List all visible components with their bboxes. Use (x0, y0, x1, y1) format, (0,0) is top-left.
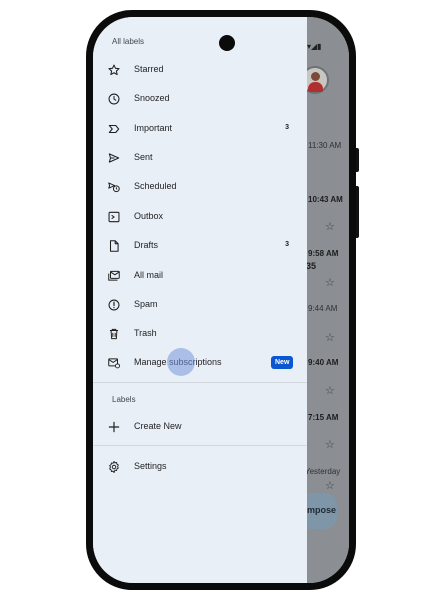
nav-item-snoozed[interactable]: Snoozed (93, 85, 307, 113)
unread-count: 3 (285, 241, 289, 248)
star-icon[interactable]: ☆ (325, 384, 335, 397)
nav-item-label: Snoozed (134, 93, 170, 103)
email-time: 9:40 AM (308, 358, 339, 367)
section-all-labels: All labels (112, 37, 145, 46)
phone-screen: ▾◢▮ 11:30 AM 10:43 AM ☆ 9:58 AM 435 ☆ 9:… (93, 17, 349, 583)
nav-item-label: Sent (134, 152, 153, 162)
status-bar-icons: ▾◢▮ (307, 42, 322, 51)
nav-item-all-mail[interactable]: All mail (93, 262, 307, 290)
nav-item-label: Trash (134, 328, 157, 338)
all-mail-icon (107, 269, 121, 283)
trash-icon (107, 327, 121, 341)
plus-icon (107, 420, 121, 434)
star-icon[interactable]: ☆ (325, 479, 335, 492)
new-badge: New (271, 356, 294, 369)
manage-subscriptions-icon (107, 356, 121, 370)
nav-item-label: Create New (134, 421, 182, 431)
star-icon (107, 63, 121, 77)
star-icon[interactable]: ☆ (325, 220, 335, 233)
star-icon[interactable]: ☆ (325, 331, 335, 344)
nav-item-sent[interactable]: Sent (93, 144, 307, 172)
nav-item-settings[interactable]: Settings (93, 453, 307, 481)
email-time: 10:43 AM (308, 195, 343, 204)
navigation-drawer: All labels Starred Snoozed Important 3 S… (93, 17, 307, 583)
nav-item-label: Drafts (134, 240, 159, 250)
nav-item-scheduled[interactable]: Scheduled (93, 173, 307, 201)
divider (93, 382, 307, 383)
divider (93, 445, 307, 446)
outbox-icon (107, 210, 121, 224)
clock-icon (107, 92, 121, 106)
scheduled-icon (107, 180, 121, 194)
nav-item-trash[interactable]: Trash (93, 320, 307, 348)
email-time: 9:44 AM (308, 304, 338, 313)
important-icon (107, 122, 121, 136)
send-icon (107, 151, 121, 165)
nav-item-starred[interactable]: Starred (93, 56, 307, 84)
draft-icon (107, 239, 121, 253)
phone-frame: ▾◢▮ 11:30 AM 10:43 AM ☆ 9:58 AM 435 ☆ 9:… (86, 10, 356, 590)
nav-item-important[interactable]: Important 3 (93, 115, 307, 143)
stage: ▾◢▮ 11:30 AM 10:43 AM ☆ 9:58 AM 435 ☆ 9:… (0, 0, 444, 600)
star-icon[interactable]: ☆ (325, 438, 335, 451)
tap-indicator (167, 348, 195, 376)
nav-item-label: Settings (134, 461, 167, 471)
nav-item-manage-subscriptions[interactable]: Manage subscriptions New (93, 349, 307, 377)
nav-item-spam[interactable]: Spam (93, 291, 307, 319)
unread-count: 3 (285, 124, 289, 131)
nav-item-label: Starred (134, 64, 164, 74)
nav-item-label: Important (134, 123, 173, 133)
gear-icon (107, 460, 121, 474)
front-camera (219, 35, 235, 51)
star-icon[interactable]: ☆ (325, 276, 335, 289)
nav-item-label: Scheduled (134, 181, 177, 191)
email-time: 7:15 AM (308, 413, 339, 422)
nav-item-label: All mail (134, 270, 164, 280)
nav-item-outbox[interactable]: Outbox (93, 203, 307, 231)
email-time: 9:58 AM (308, 249, 339, 258)
nav-item-drafts[interactable]: Drafts 3 (93, 232, 307, 260)
email-time: Yesterday (305, 467, 341, 476)
section-labels: Labels (112, 395, 136, 404)
nav-item-label: Outbox (134, 211, 164, 221)
email-time: 11:30 AM (308, 141, 342, 150)
spam-icon (107, 298, 121, 312)
nav-item-label: Spam (134, 299, 158, 309)
create-new-label-button[interactable]: Create New (93, 413, 307, 441)
